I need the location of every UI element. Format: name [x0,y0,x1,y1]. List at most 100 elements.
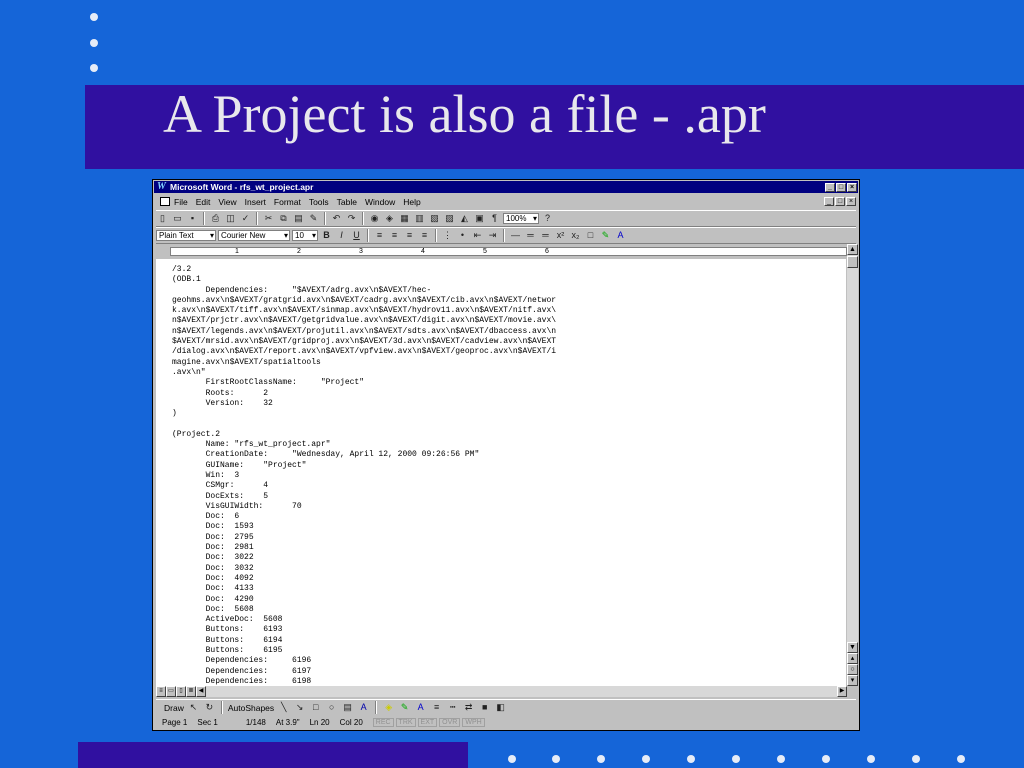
doc-minimize-button[interactable]: _ [824,197,834,206]
tables-icon[interactable]: ▦ [398,212,411,225]
copy-icon[interactable]: ⧉ [277,212,290,225]
open-icon[interactable]: ▭ [171,212,184,225]
arrow-icon[interactable]: ↘ [293,701,306,714]
show-hide-icon[interactable]: ¶ [488,212,501,225]
underline-button[interactable]: U [350,229,363,242]
redo-icon[interactable]: ↷ [345,212,358,225]
menu-tools[interactable]: Tools [309,197,329,207]
scroll-thumb[interactable] [847,256,858,268]
print-preview-icon[interactable]: ◫ [224,212,237,225]
scroll-left-button[interactable]: ◀ [196,686,206,697]
vertical-scrollbar[interactable]: ▲ ▼ ▴ ○ ▾ [847,244,858,686]
print-layout-button[interactable]: ▯ [176,686,186,697]
scroll-right-button[interactable]: ▶ [837,686,847,697]
hyperlink-icon[interactable]: ◉ [368,212,381,225]
new-icon[interactable]: ▯ [156,212,169,225]
line-style-icon[interactable]: — [509,229,522,242]
insert-excel-icon[interactable]: ▧ [428,212,441,225]
menu-insert[interactable]: Insert [245,197,266,207]
line-icon[interactable]: ╲ [277,701,290,714]
menu-help[interactable]: Help [403,197,420,207]
columns-icon[interactable]: ▨ [443,212,456,225]
previous-page-button[interactable]: ▴ [847,653,858,664]
minimize-button[interactable]: _ [825,182,835,192]
autoshapes-menu[interactable]: AutoShapes [228,703,274,713]
print-icon[interactable]: ⎙ [209,212,222,225]
document-icon[interactable] [160,197,170,206]
shadow-icon[interactable]: ■ [478,701,491,714]
highlight-icon[interactable]: ✎ [599,229,612,242]
cut-icon[interactable]: ✂ [262,212,275,225]
outline-view-button[interactable]: ≣ [186,686,196,697]
drawing-icon[interactable]: ◭ [458,212,471,225]
normal-view-button[interactable]: ≡ [156,686,166,697]
free-rotate-icon[interactable]: ↻ [203,701,216,714]
zoom-select[interactable]: 100% [503,213,539,224]
status-trk[interactable]: TRK [395,718,416,727]
bullets-icon[interactable]: • [456,229,469,242]
line-style-icon[interactable]: ═ [524,229,537,242]
line-weight-icon[interactable]: ≡ [430,701,443,714]
close-button[interactable]: × [847,182,857,192]
doc-close-button[interactable]: × [846,197,856,206]
insert-table-icon[interactable]: ▥ [413,212,426,225]
status-ext[interactable]: EXT [417,718,438,727]
save-icon[interactable]: ▪ [186,212,199,225]
oval-icon[interactable]: ○ [325,701,338,714]
subscript-icon[interactable]: x₂ [569,229,582,242]
line-color-icon[interactable]: ✎ [398,701,411,714]
web-toolbar-icon[interactable]: ◈ [383,212,396,225]
format-painter-icon[interactable]: ✎ [307,212,320,225]
scroll-down-button[interactable]: ▼ [847,642,858,653]
increase-indent-icon[interactable]: ⇥ [486,229,499,242]
align-center-icon[interactable]: ≡ [388,229,401,242]
font-size-select[interactable]: 10 [292,230,318,241]
menu-table[interactable]: Table [337,197,357,207]
superscript-icon[interactable]: x² [554,229,567,242]
menu-file[interactable]: File [174,197,188,207]
menu-format[interactable]: Format [274,197,301,207]
draw-menu[interactable]: Draw [164,703,184,713]
justify-icon[interactable]: ≡ [418,229,431,242]
align-left-icon[interactable]: ≡ [373,229,386,242]
status-wph[interactable]: WPH [462,718,485,727]
status-rec[interactable]: REC [372,718,394,727]
help-icon[interactable]: ? [541,212,554,225]
rectangle-icon[interactable]: □ [309,701,322,714]
undo-icon[interactable]: ↶ [330,212,343,225]
draw-font-color-icon[interactable]: A [414,701,427,714]
arrow-style-icon[interactable]: ⇄ [462,701,475,714]
paste-icon[interactable]: ▤ [292,212,305,225]
menu-view[interactable]: View [218,197,236,207]
numbering-icon[interactable]: ⋮ [441,229,454,242]
next-page-button[interactable]: ▾ [847,675,858,686]
spelling-icon[interactable]: ✓ [239,212,252,225]
3d-icon[interactable]: ◧ [494,701,507,714]
restore-button[interactable]: □ [836,182,846,192]
web-layout-button[interactable]: ▭ [166,686,176,697]
border-icon[interactable]: □ [584,229,597,242]
document-area[interactable]: /3.2 (ODB.1 Dependencies: "$AVEXT/adrg.a… [156,259,846,686]
text-box-icon[interactable]: ▤ [341,701,354,714]
fill-color-icon[interactable]: ◈ [382,701,395,714]
doc-restore-button[interactable]: □ [835,197,845,206]
wordart-icon[interactable]: A [357,701,370,714]
dash-style-icon[interactable]: ┅ [446,701,459,714]
font-color-icon[interactable]: A [614,229,627,242]
menu-edit[interactable]: Edit [196,197,211,207]
horizontal-scrollbar[interactable]: ≡ ▭ ▯ ≣ ◀ ▶ [156,686,847,697]
ruler[interactable]: 1 2 3 4 5 6 [156,244,847,258]
decrease-indent-icon[interactable]: ⇤ [471,229,484,242]
align-right-icon[interactable]: ≡ [403,229,416,242]
style-select[interactable]: Plain Text [156,230,216,241]
document-map-icon[interactable]: ▣ [473,212,486,225]
menu-window[interactable]: Window [365,197,395,207]
status-ovr[interactable]: OVR [439,718,461,727]
italic-button[interactable]: I [335,229,348,242]
line-style-icon[interactable]: ═ [539,229,552,242]
select-objects-icon[interactable]: ↖ [187,701,200,714]
font-select[interactable]: Courier New [218,230,290,241]
select-browse-object-button[interactable]: ○ [847,664,858,675]
window-titlebar[interactable]: W Microsoft Word - rfs_wt_project.apr _ … [154,181,858,193]
bold-button[interactable]: B [320,229,333,242]
